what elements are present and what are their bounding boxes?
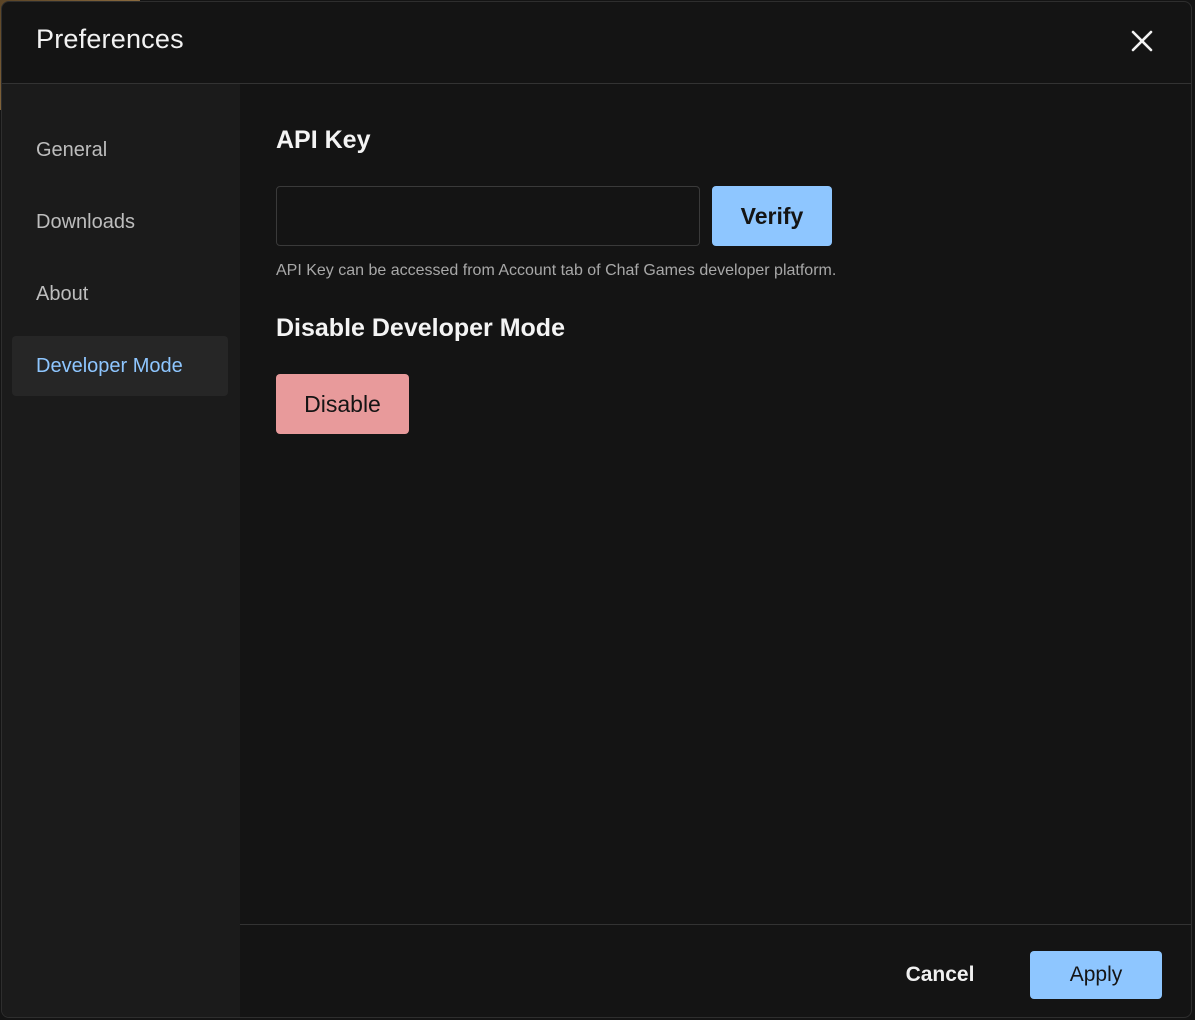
dialog-titlebar: Preferences: [2, 2, 1191, 84]
dialog-footer: Cancel Apply: [240, 924, 1191, 1017]
dialog-title: Preferences: [36, 24, 184, 54]
close-icon: [1131, 30, 1153, 52]
api-key-input[interactable]: [276, 186, 700, 246]
preferences-sidebar: General Downloads About Developer Mode: [2, 84, 240, 1017]
sidebar-item-developer-mode[interactable]: Developer Mode: [12, 336, 228, 396]
close-button[interactable]: [1127, 26, 1157, 56]
disable-developer-mode-heading: Disable Developer Mode: [276, 314, 565, 342]
sidebar-item-general[interactable]: General: [12, 120, 228, 180]
api-key-heading: API Key: [276, 126, 371, 154]
api-key-hint: API Key can be accessed from Account tab…: [276, 262, 837, 279]
developer-mode-panel: API Key Verify API Key can be accessed f…: [240, 84, 1191, 924]
preferences-dialog: Preferences General Downloads About Deve…: [1, 1, 1192, 1018]
sidebar-item-downloads[interactable]: Downloads: [12, 192, 228, 252]
apply-button[interactable]: Apply: [1030, 951, 1162, 999]
cancel-button[interactable]: Cancel: [890, 951, 990, 999]
verify-button[interactable]: Verify: [712, 186, 832, 246]
sidebar-item-about[interactable]: About: [12, 264, 228, 324]
disable-button[interactable]: Disable: [276, 374, 409, 434]
